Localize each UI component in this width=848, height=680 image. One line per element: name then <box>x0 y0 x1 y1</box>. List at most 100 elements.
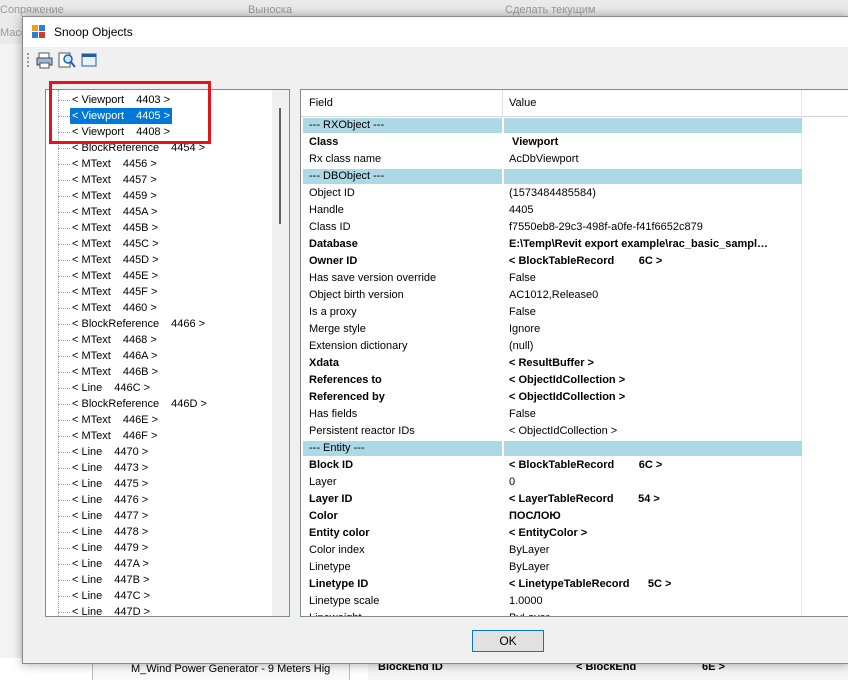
tree-item-label[interactable]: < MText 446F > <box>70 428 159 444</box>
tree-item-label[interactable]: < MText 445D > <box>70 252 161 268</box>
tree-item-label[interactable]: < MText 446B > <box>70 364 160 380</box>
grid-row[interactable]: Block ID < BlockTableRecord 6C > <box>301 457 848 474</box>
grid-row[interactable]: Entity color < EntityColor > <box>301 525 848 542</box>
grid-row[interactable]: Layer ID < LayerTableRecord 54 > <box>301 491 848 508</box>
tree-item-label[interactable]: < Line 447B > <box>70 572 151 588</box>
tree-connector <box>58 268 70 277</box>
tree-item-label[interactable]: < MText 445E > <box>70 268 160 284</box>
grid-row[interactable]: Database E:\Temp\Revit export example\rac… <box>301 236 848 253</box>
field-name: --- Entity --- <box>309 442 365 454</box>
tree-item-label[interactable]: < MText 445C > <box>70 236 161 252</box>
grid-section-row[interactable]: --- DBObject --- <box>301 168 848 185</box>
tree-item-label[interactable]: < BlockReference 4466 > <box>70 316 207 332</box>
toolbar-grip[interactable] <box>27 53 32 67</box>
tree-connector <box>58 556 70 565</box>
grid-row[interactable]: Class ID f7550eb8-29c3-498f-a0fe-f41f6652… <box>301 219 848 236</box>
tree-item-label[interactable]: < Line 447D > <box>70 604 152 616</box>
grid-row[interactable]: Merge style Ignore <box>301 321 848 338</box>
app-icon <box>32 25 45 38</box>
selection-highlight-annotation <box>49 81 211 144</box>
tree-item-type: < MText <box>72 430 111 442</box>
column-header-separator[interactable] <box>502 90 503 116</box>
copy-icon[interactable] <box>80 50 100 70</box>
grid-row[interactable]: Owner ID < BlockTableRecord 6C > <box>301 253 848 270</box>
tree-item-label[interactable]: < MText 4468 > <box>70 332 159 348</box>
grid-row[interactable]: Has save version override False <box>301 270 848 287</box>
tree-item-label[interactable]: < Line 4470 > <box>70 444 150 460</box>
tree-item-label[interactable]: < Line 4478 > <box>70 524 150 540</box>
tree-item-label[interactable]: < MText 446A > <box>70 348 159 364</box>
grid-row[interactable]: Persistent reactor IDs < ObjectIdCollecti… <box>301 423 848 440</box>
grid-row[interactable]: Extension dictionary (null) <box>301 338 848 355</box>
field-value: False <box>509 408 536 420</box>
grid-row[interactable]: Object ID (1573484485584) <box>301 185 848 202</box>
tree-connector <box>58 396 70 405</box>
tree-scrollbar[interactable] <box>272 90 289 616</box>
tree-item-label[interactable]: < BlockReference 446D > <box>70 396 209 412</box>
grid-row[interactable]: Object birth version AC1012,Release0 <box>301 287 848 304</box>
tree-item-label[interactable]: < MText 446E > <box>70 412 160 428</box>
field-value: ПОСЛОЮ <box>509 510 561 522</box>
tree-item-label[interactable]: < Line 447A > <box>70 556 151 572</box>
grid-row[interactable]: Xdata < ResultBuffer > <box>301 355 848 372</box>
grid-row[interactable]: Is a proxy False <box>301 304 848 321</box>
grid-row[interactable]: References to < ObjectIdCollection > <box>301 372 848 389</box>
ribbon-label-callout: Выноска <box>248 4 293 16</box>
field-value: Ignore <box>509 323 541 335</box>
tree-connector <box>58 524 70 533</box>
tree-item-handle: 4478 > <box>114 526 149 538</box>
tree-item-handle: 4459 > <box>122 190 157 202</box>
field-name: Lineweight <box>309 610 362 616</box>
tree-item-label[interactable]: < MText 4456 > <box>70 156 159 172</box>
grid-row[interactable]: Lineweight ByLayer <box>301 610 848 616</box>
print-preview-icon[interactable] <box>57 50 77 70</box>
field-value: E:\Temp\Revit export example\rac_basic_s… <box>509 238 769 250</box>
grid-row[interactable]: Referenced by < ObjectIdCollection > <box>301 389 848 406</box>
grid-header: Field Value <box>301 90 848 117</box>
grid-row[interactable]: Color ПОСЛОЮ <box>301 508 848 525</box>
grid-row[interactable]: Class Viewport <box>301 134 848 151</box>
grid-section-row[interactable]: --- Entity --- <box>301 440 848 457</box>
grid-section-row[interactable]: --- RXObject --- <box>301 117 848 134</box>
grid-row[interactable]: Handle 4405 <box>301 202 848 219</box>
tree-item-type: < MText <box>72 222 111 234</box>
properties-grid[interactable]: Field Value --- RXObject --- Class Viewpo… <box>300 89 848 617</box>
grid-row[interactable]: Linetype scale 1.0000 <box>301 593 848 610</box>
grid-row[interactable]: Linetype ByLayer <box>301 559 848 576</box>
tree-item-label[interactable]: < MText 445F > <box>70 284 159 300</box>
tree-item-handle: 446F > <box>122 430 158 442</box>
tree-item-handle: 4460 > <box>122 302 157 314</box>
background-tree-item: M_Wind Power Generator - 9 Meters Hig <box>131 663 331 675</box>
tree-item-label[interactable]: < MText 445A > <box>70 204 159 220</box>
grid-row[interactable]: Linetype ID < LinetypeTableRecord 5C > <box>301 576 848 593</box>
grid-row[interactable]: Has fields False <box>301 406 848 423</box>
field-name: Database <box>309 238 358 250</box>
tree-item-label[interactable]: < Line 446C > <box>70 380 152 396</box>
column-header-field[interactable]: Field <box>309 97 333 109</box>
ok-button[interactable]: OK <box>472 630 544 652</box>
tree-item-label[interactable]: < MText 445B > <box>70 220 160 236</box>
tree-scrollbar-thumb[interactable] <box>279 108 281 224</box>
tree-item-label[interactable]: < MText 4460 > <box>70 300 159 316</box>
grid-row[interactable]: Layer 0 <box>301 474 848 491</box>
tree-item-label[interactable]: < Line 4476 > <box>70 492 150 508</box>
tree-item-type: < MText <box>72 286 111 298</box>
tree-item-label[interactable]: < Line 4477 > <box>70 508 150 524</box>
tree-item-label[interactable]: < MText 4459 > <box>70 188 159 204</box>
objects-tree[interactable]: < Viewport 4403 > < Viewport 4405 > < Viewpo… <box>45 89 290 617</box>
print-icon[interactable] <box>35 50 55 70</box>
field-name: Entity color <box>309 527 370 539</box>
grid-row[interactable]: Rx class name AcDbViewport <box>301 151 848 168</box>
tree-item-handle: 4479 > <box>114 542 149 554</box>
column-header-value[interactable]: Value <box>509 97 536 109</box>
tree-item-label[interactable]: < MText 4457 > <box>70 172 159 188</box>
tree-connector <box>58 412 70 421</box>
tree-item-label[interactable]: < Line 447C > <box>70 588 152 604</box>
grid-row[interactable]: Color index ByLayer <box>301 542 848 559</box>
tree-item-label[interactable]: < Line 4475 > <box>70 476 150 492</box>
field-name: Linetype ID <box>309 578 369 590</box>
tree-item-handle: 445D > <box>122 254 159 266</box>
tree-item-label[interactable]: < Line 4473 > <box>70 460 150 476</box>
field-name: --- RXObject --- <box>309 119 385 131</box>
tree-item-label[interactable]: < Line 4479 > <box>70 540 150 556</box>
